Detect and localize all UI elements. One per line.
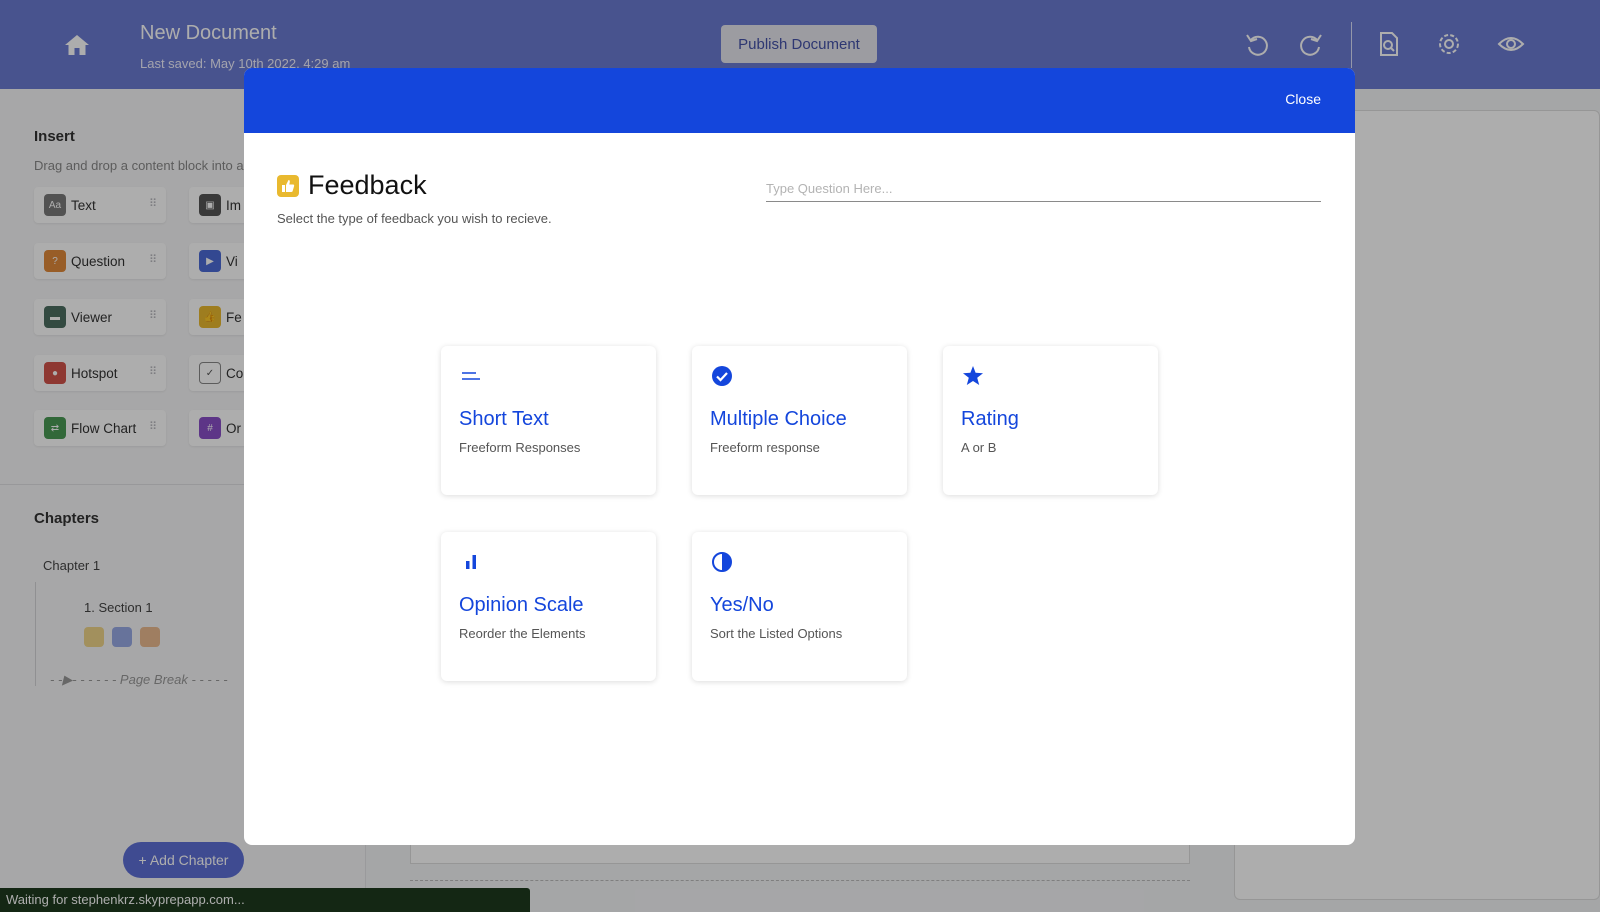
check-circle-icon — [710, 364, 734, 388]
option-title: Rating — [961, 408, 1019, 430]
option-title: Yes/No — [710, 594, 774, 616]
modal-header: Close — [244, 68, 1355, 133]
option-description: A or B — [961, 440, 997, 455]
option-description: Freeform response — [710, 440, 820, 455]
option-title: Opinion Scale — [459, 594, 584, 616]
option-description: Freeform Responses — [459, 440, 581, 455]
option-multiple-choice[interactable]: Multiple Choice Freeform response — [692, 346, 907, 495]
option-rating[interactable]: Rating A or B — [943, 346, 1158, 495]
question-input[interactable] — [766, 176, 1321, 202]
feedback-modal: Close Feedback Select the type of feedba… — [244, 68, 1355, 845]
option-opinion-scale[interactable]: Opinion Scale Reorder the Elements — [441, 532, 656, 681]
bar-chart-icon — [459, 550, 483, 574]
option-title: Short Text — [459, 408, 549, 430]
star-icon — [961, 364, 985, 388]
option-yes-no[interactable]: Yes/No Sort the Listed Options — [692, 532, 907, 681]
option-description: Sort the Listed Options — [710, 626, 843, 641]
half-circle-icon — [710, 550, 734, 574]
short-text-icon — [459, 364, 483, 388]
modal-title: Feedback — [308, 170, 427, 200]
thumbs-up-icon — [277, 175, 299, 197]
option-title: Multiple Choice — [710, 408, 847, 430]
modal-subtitle: Select the type of feedback you wish to … — [277, 211, 552, 226]
option-short-text[interactable]: Short Text Freeform Responses — [441, 346, 656, 495]
option-description: Reorder the Elements — [459, 626, 586, 641]
close-button[interactable]: Close — [1285, 91, 1321, 107]
